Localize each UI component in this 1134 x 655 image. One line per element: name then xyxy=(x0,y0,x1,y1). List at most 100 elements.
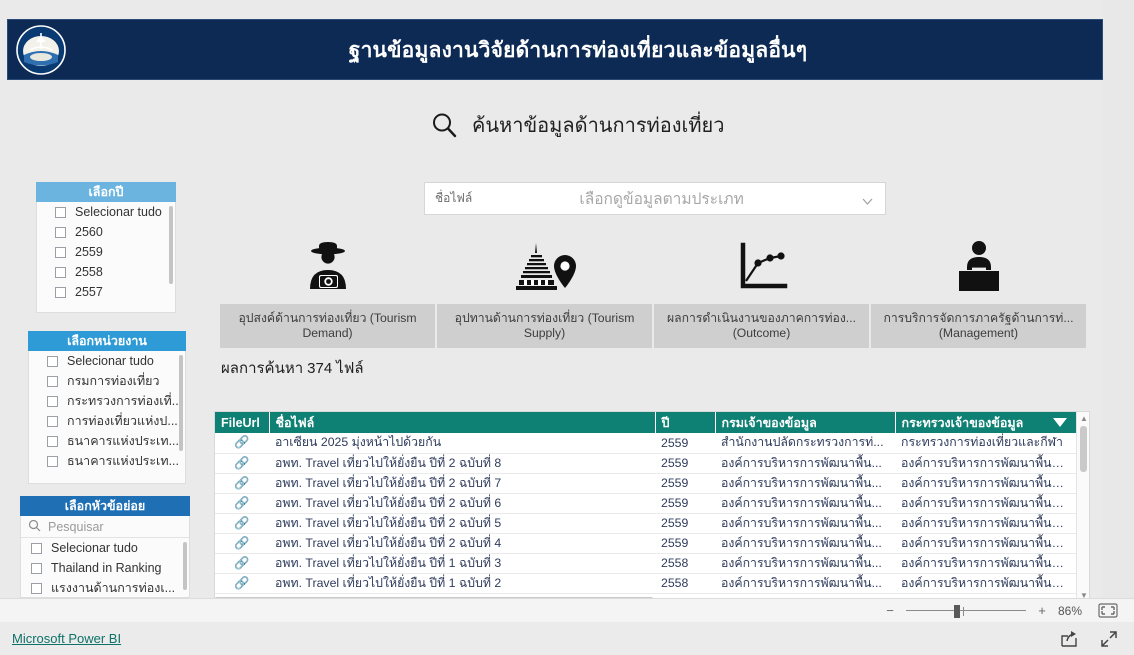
zoom-slider[interactable] xyxy=(906,604,1026,618)
link-icon[interactable]: 🔗 xyxy=(215,433,269,454)
table-row[interactable]: 🔗 อาเซียน 2025 มุ่งหน้าไปด้วยกัน 2559 สำ… xyxy=(215,433,1077,454)
checkbox[interactable] xyxy=(47,395,58,407)
table-row[interactable]: 🔗 อพท. Travel เที่ยวไปให้ยั่งยืน ปีที่ 2… xyxy=(215,533,1077,554)
fit-to-page-icon[interactable] xyxy=(1098,603,1118,618)
zoom-out-button[interactable]: − xyxy=(884,603,896,618)
share-icon[interactable] xyxy=(1060,630,1078,648)
category-card-group: อุปสงค์ด้านการท่องเที่ยว (Tourism Demand… xyxy=(220,228,1086,348)
table-row[interactable]: 🔗 อพท. Travel เที่ยวไปให้ยั่งยืน ปีที่ 1… xyxy=(215,573,1077,594)
category-card-outcome[interactable]: ผลการดำเนินงานของภาคการท่อง... (Outcome) xyxy=(654,228,869,348)
category-card-label: ผลการดำเนินงานของภาคการท่อง... (Outcome) xyxy=(654,304,869,348)
checkbox[interactable] xyxy=(55,286,66,298)
chevron-down-icon[interactable] xyxy=(862,194,873,205)
list-item[interactable]: 2557 xyxy=(37,282,175,302)
column-header-ministry[interactable]: กระทรวงเจ้าของข้อมูล xyxy=(895,412,1078,433)
list-item[interactable]: 2558 xyxy=(37,262,175,282)
cell-department: สำนักงานปลัดกระทรวงการท่... xyxy=(715,433,895,454)
slicer-year[interactable]: เลือกปี Selecionar tudo 2560 2559 2558 2… xyxy=(36,182,176,313)
link-icon[interactable]: 🔗 xyxy=(215,473,269,494)
link-icon[interactable]: 🔗 xyxy=(215,573,269,594)
sort-descending-caret-icon[interactable] xyxy=(1053,418,1067,427)
category-card-management[interactable]: การบริการจัดการภาครัฐด้านการท่... (Manag… xyxy=(871,228,1086,348)
checkbox[interactable] xyxy=(55,246,66,258)
checkbox[interactable] xyxy=(47,435,58,447)
cell-ministry: องค์การบริหารการพัฒนาพื้นที่พิเ... xyxy=(895,493,1077,514)
list-item[interactable]: กระทรวงการท่องเที่... xyxy=(29,391,185,411)
checkbox[interactable] xyxy=(55,266,66,278)
slicer-agency-list[interactable]: Selecionar tudo กรมการท่องเที่ยว กระทรวง… xyxy=(28,351,186,484)
link-icon[interactable]: 🔗 xyxy=(215,513,269,534)
table-header-row: FileUrl ชื่อไฟล์ ปี กรมเจ้าของข้อมูล กระ… xyxy=(215,412,1078,433)
list-item-label: 2559 xyxy=(75,245,103,259)
category-card-label: อุปทานด้านการท่องเที่ยว (Tourism Supply) xyxy=(437,304,652,348)
cell-filename: อพท. Travel เที่ยวไปให้ยั่งยืน ปีที่ 2 ฉ… xyxy=(269,473,655,494)
table-row[interactable]: 🔗 อพท. Travel เที่ยวไปให้ยั่งยืน ปีที่ 2… xyxy=(215,493,1077,514)
checkbox[interactable] xyxy=(31,542,42,554)
link-icon[interactable]: 🔗 xyxy=(215,553,269,574)
zoom-toolbar: − + 86% xyxy=(0,598,1134,622)
data-type-dropdown[interactable]: ชื่อไฟล์ เลือกดูข้อมูลตามประเภท xyxy=(424,182,886,215)
cell-year: 2559 xyxy=(655,453,715,474)
list-item[interactable]: แรงงานด้านการท่องเ... xyxy=(21,578,189,597)
slicer-subtopic-list[interactable]: Pesquisar Selecionar tudo Thailand in Ra… xyxy=(20,516,190,598)
list-item[interactable]: Selecionar tudo xyxy=(21,538,189,558)
table-row[interactable]: 🔗 อพท. Travel เที่ยวไปให้ยั่งยืน ปีที่ 1… xyxy=(215,553,1077,574)
slicer-year-list[interactable]: Selecionar tudo 2560 2559 2558 2557 xyxy=(36,202,176,313)
report-header-banner: ฐานข้อมูลงานวิจัยด้านการท่องเที่ยวและข้อ… xyxy=(7,19,1103,80)
zoom-in-button[interactable]: + xyxy=(1036,603,1048,618)
cell-filename: อพท. Travel เที่ยวไปให้ยั่งยืน ปีที่ 2 ฉ… xyxy=(269,453,655,474)
checkbox[interactable] xyxy=(31,582,42,594)
column-header-filename[interactable]: ชื่อไฟล์ xyxy=(269,412,656,433)
category-card-label: อุปสงค์ด้านการท่องเที่ยว (Tourism Demand… xyxy=(220,304,435,348)
column-header-fileurl[interactable]: FileUrl xyxy=(215,412,270,433)
slicer-agency[interactable]: เลือกหน่วยงาน Selecionar tudo กรมการท่อง… xyxy=(28,331,186,484)
scroll-thumb[interactable] xyxy=(1080,426,1087,472)
column-header-department[interactable]: กรมเจ้าของข้อมูล xyxy=(715,412,896,433)
table-vertical-scrollbar[interactable]: ▲ ▼ xyxy=(1076,412,1089,598)
checkbox[interactable] xyxy=(47,375,58,387)
dropdown-selected-value: เลือกดูข้อมูลตามประเภท xyxy=(579,191,744,208)
checkbox[interactable] xyxy=(47,355,58,367)
list-item[interactable]: Thailand in Ranking xyxy=(21,558,189,578)
slicer-subtopic[interactable]: เลือกหัวข้อย่อย Pesquisar Selecionar tud… xyxy=(20,496,190,598)
table-row[interactable]: 🔗 อพท. Travel เที่ยวไปให้ยั่งยืน ปีที่ 2… xyxy=(215,453,1077,474)
cell-department: องค์การบริหารการพัฒนาพื้น... xyxy=(715,473,895,494)
list-item[interactable]: Selecionar tudo xyxy=(29,351,185,371)
cell-ministry: องค์การบริหารการพัฒนาพื้นที่พิเ... xyxy=(895,533,1077,554)
cell-department: องค์การบริหารการพัฒนาพื้น... xyxy=(715,533,895,554)
column-header-year[interactable]: ปี xyxy=(655,412,716,433)
subtopic-search-input[interactable]: Pesquisar xyxy=(21,516,189,538)
list-item[interactable]: ธนาคารแห่งประเท... xyxy=(29,431,185,451)
category-card-tourism-demand[interactable]: อุปสงค์ด้านการท่องเที่ยว (Tourism Demand… xyxy=(220,228,435,348)
link-icon[interactable]: 🔗 xyxy=(215,493,269,514)
list-item[interactable]: ธนาคารแห่งประเท... xyxy=(29,451,185,471)
cell-ministry: กระทรวงการท่องเที่ยวและกีฬา xyxy=(895,433,1077,454)
slicer-agency-title: เลือกหน่วยงาน xyxy=(28,331,186,351)
cell-filename: อาเซียน 2025 มุ่งหน้าไปด้วยกัน xyxy=(269,433,655,454)
list-item[interactable]: 2560 xyxy=(37,222,175,242)
fullscreen-icon[interactable] xyxy=(1100,630,1118,648)
slicer-scrollbar[interactable] xyxy=(183,542,187,590)
checkbox[interactable] xyxy=(55,226,66,238)
checkbox[interactable] xyxy=(47,415,58,427)
list-item[interactable]: 2559 xyxy=(37,242,175,262)
link-icon[interactable]: 🔗 xyxy=(215,533,269,554)
cell-filename: อพท. Travel เที่ยวไปให้ยั่งยืน ปีที่ 1 ฉ… xyxy=(269,553,655,574)
slicer-scrollbar[interactable] xyxy=(179,355,183,451)
checkbox[interactable] xyxy=(47,455,58,467)
checkbox[interactable] xyxy=(31,562,42,574)
category-card-tourism-supply[interactable]: อุปทานด้านการท่องเที่ยว (Tourism Supply) xyxy=(437,228,652,348)
results-count-suffix: ไฟล์ xyxy=(336,360,364,377)
list-item[interactable]: การท่องเที่ยวแห่งป... xyxy=(29,411,185,431)
list-item[interactable]: Selecionar tudo xyxy=(37,202,175,222)
table-row[interactable]: 🔗 อพท. Travel เที่ยวไปให้ยั่งยืน ปีที่ 2… xyxy=(215,473,1077,494)
link-icon[interactable]: 🔗 xyxy=(215,453,269,474)
slicer-scrollbar[interactable] xyxy=(169,206,173,284)
checkbox[interactable] xyxy=(55,206,66,218)
slider-thumb[interactable] xyxy=(954,604,960,618)
list-item[interactable]: กรมการท่องเที่ยว xyxy=(29,371,185,391)
results-table[interactable]: FileUrl ชื่อไฟล์ ปี กรมเจ้าของข้อมูล กระ… xyxy=(214,411,1090,598)
table-row[interactable]: 🔗 อพท. Travel เที่ยวไปให้ยั่งยืน ปีที่ 2… xyxy=(215,513,1077,534)
scroll-up-arrow-icon[interactable]: ▲ xyxy=(1080,414,1088,423)
powerbi-link[interactable]: Microsoft Power BI xyxy=(12,631,121,646)
